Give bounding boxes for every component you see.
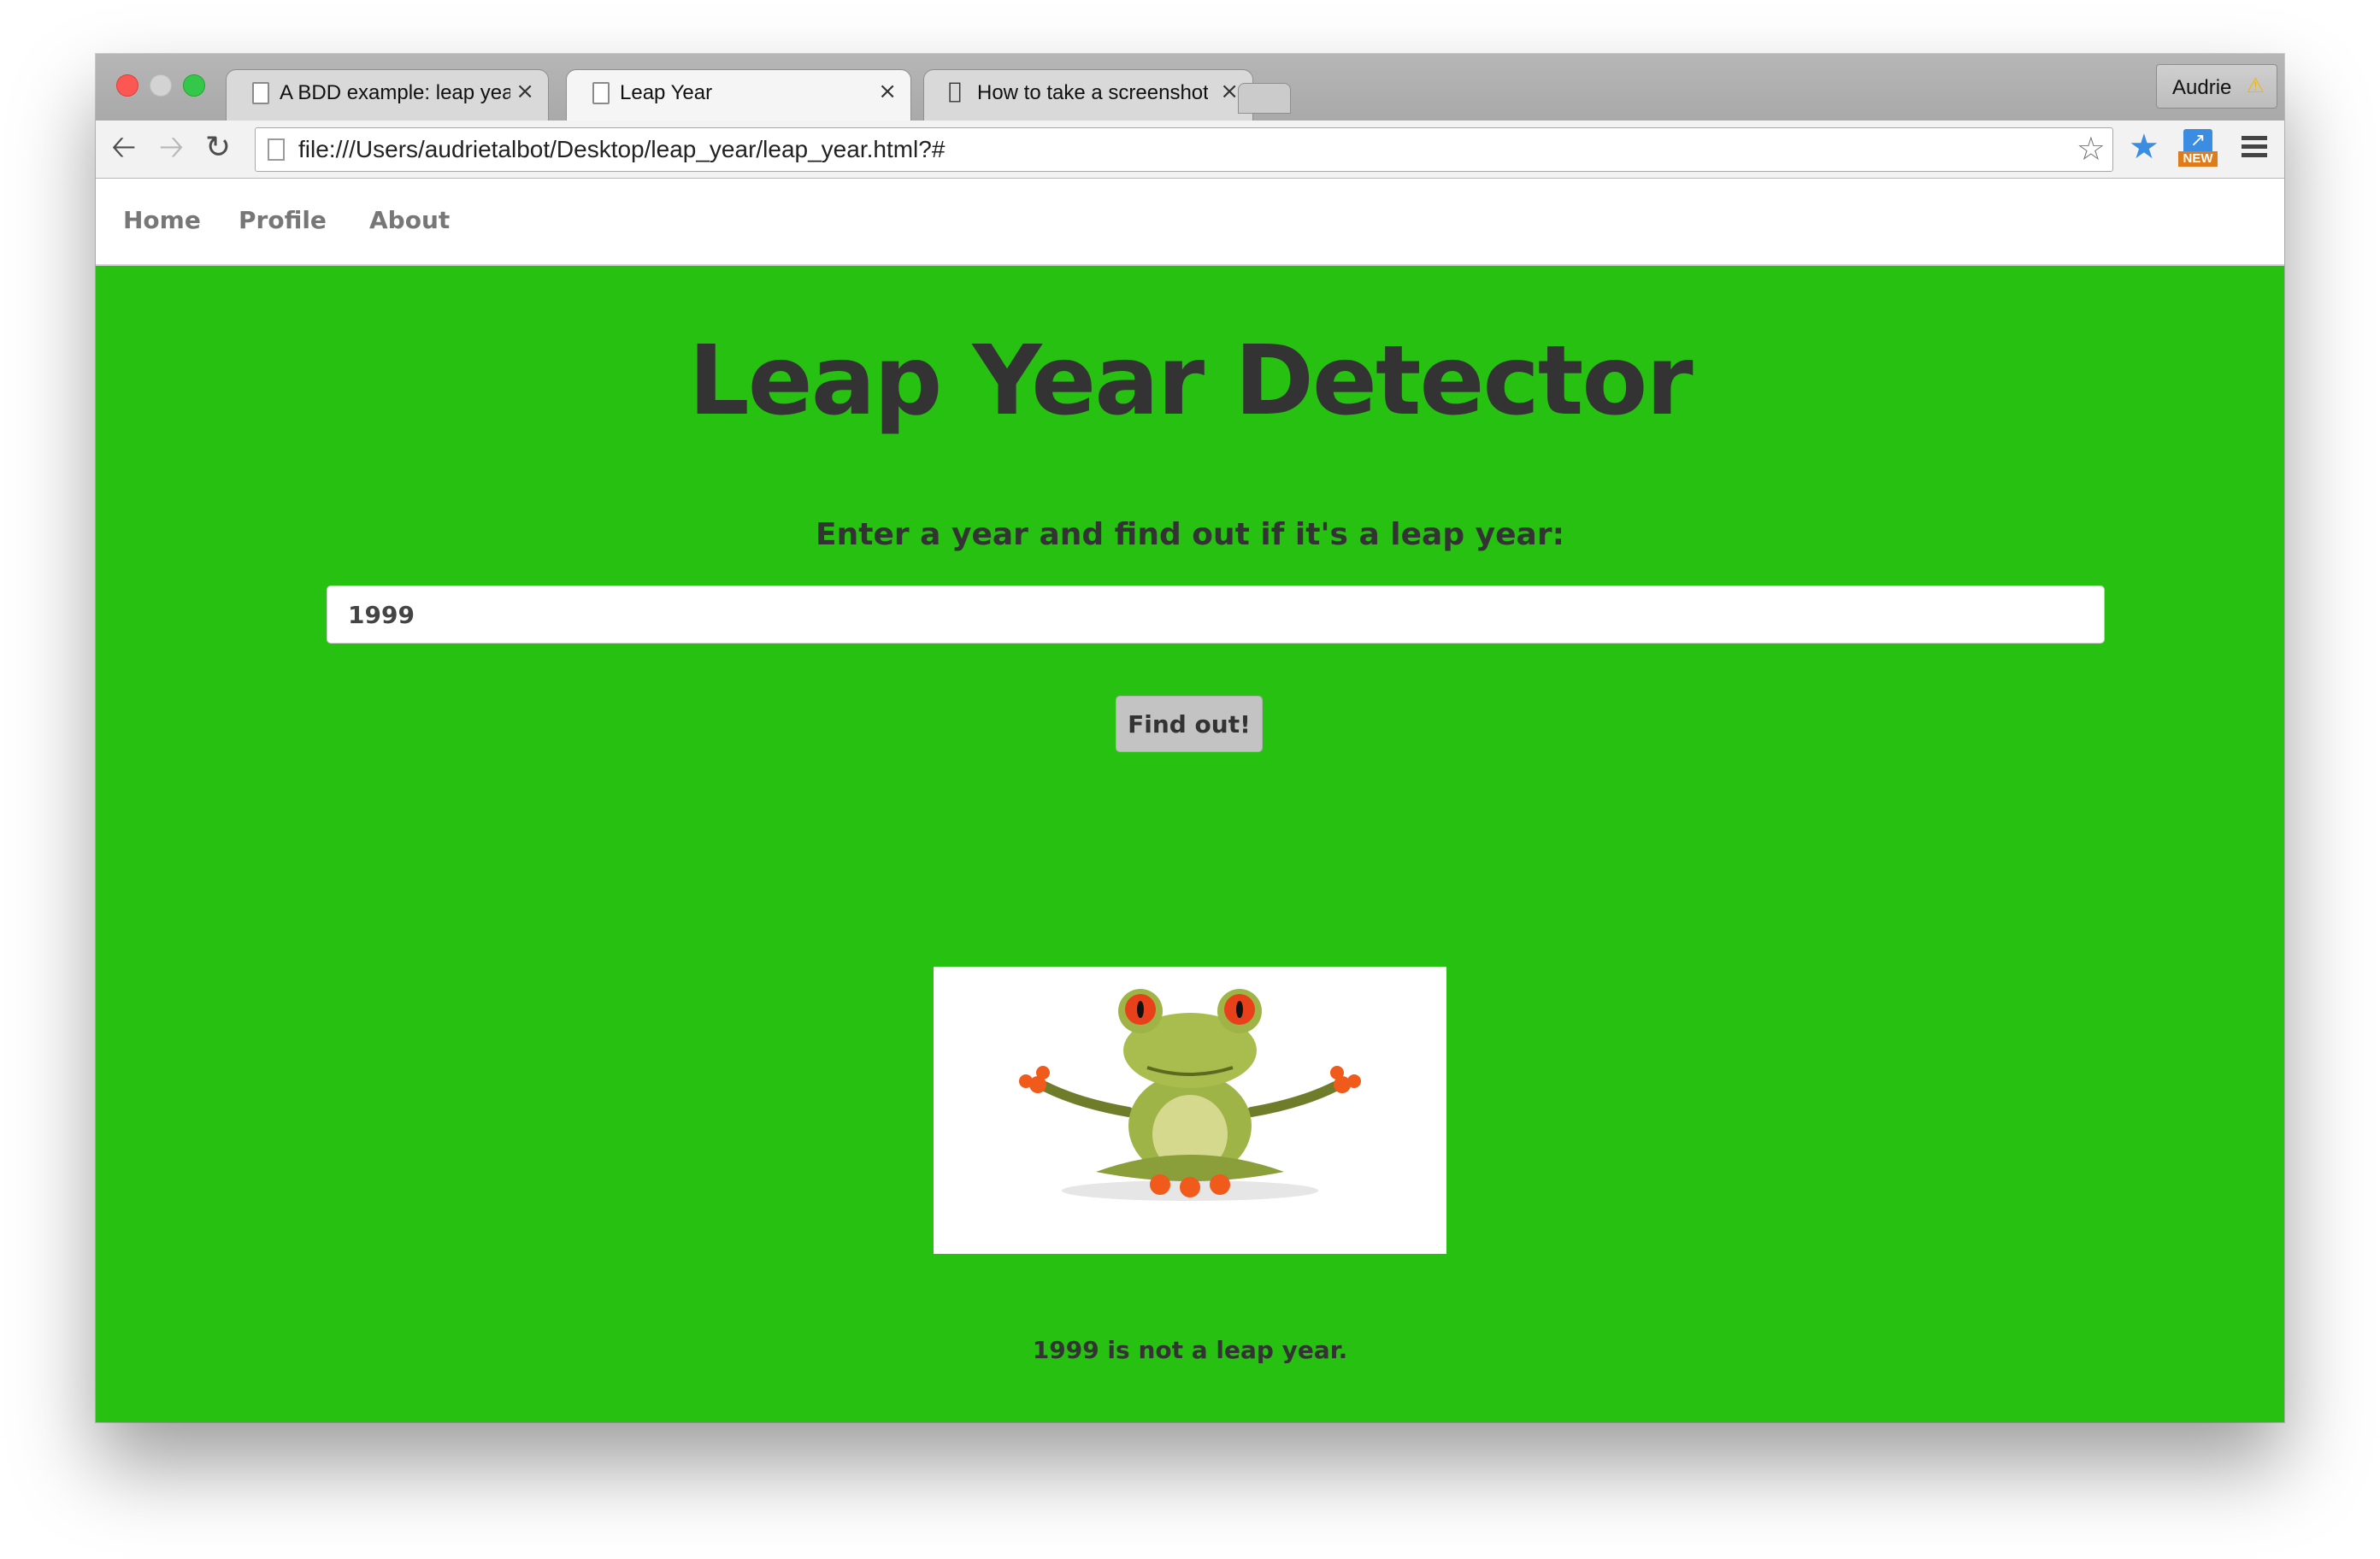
profile-button[interactable]: Audrie ⚠ [2156, 64, 2277, 109]
zoom-window-button[interactable] [183, 74, 205, 97]
extension-new-icon[interactable]: ↗ NEW [2178, 129, 2218, 168]
tab-leap-year[interactable]: Leap Year × [566, 69, 911, 122]
document-icon [252, 82, 269, 104]
result-message: 1999 is not a leap year. [1032, 1336, 1348, 1364]
back-arrow-icon[interactable]: 🡠 [111, 129, 136, 167]
bookmark-star-icon[interactable]: ☆ [2077, 130, 2106, 168]
tab-title: A BDD example: leap year [280, 81, 510, 104]
tab-strip: A BDD example: leap year ×  How to take… [96, 54, 2284, 122]
hamburger-menu-icon[interactable] [2242, 136, 2267, 162]
year-prompt: Enter a year and find out if it's a leap… [816, 517, 1564, 552]
tab-title: Leap Year [620, 81, 713, 104]
page-icon [268, 138, 285, 161]
apple-icon:  [948, 79, 962, 104]
forward-arrow-icon[interactable]: 🡢 [159, 129, 184, 167]
tab-close-icon[interactable]: × [1220, 79, 1239, 104]
site-navbar: Home Profile About [96, 179, 2284, 266]
tab-close-icon[interactable]: × [515, 79, 534, 104]
warning-icon: ⚠ [2246, 74, 2265, 97]
year-input[interactable] [327, 585, 2105, 644]
address-bar[interactable]: file:///Users/audrietalbot/Desktop/leap_… [255, 127, 2113, 172]
document-icon [592, 82, 610, 104]
nav-about-link[interactable]: About [369, 206, 450, 234]
arrow-up-right-icon: ↗ [2183, 129, 2212, 153]
close-window-button[interactable] [116, 74, 138, 97]
reload-icon[interactable]: ↻ [205, 129, 231, 167]
browser-window: A BDD example: leap year ×  How to take… [96, 54, 2284, 1422]
new-tab-button[interactable] [1238, 83, 1291, 114]
tab-bdd-example[interactable]: A BDD example: leap year × [226, 69, 549, 121]
profile-name: Audrie [2172, 76, 2232, 99]
nav-home-link[interactable]: Home [123, 206, 201, 234]
frog-image [934, 967, 1446, 1254]
page-title: Leap Year Detector [688, 326, 1693, 437]
address-url[interactable]: file:///Users/audrietalbot/Desktop/leap_… [298, 136, 945, 163]
minimize-window-button[interactable] [150, 74, 172, 97]
tab-title: How to take a screenshot [977, 81, 1208, 104]
nav-profile-link[interactable]: Profile [239, 206, 327, 234]
find-out-button[interactable]: Find out! [1116, 696, 1263, 752]
meditating-frog-illustration [1019, 989, 1361, 1201]
tab-close-icon[interactable]: × [878, 79, 897, 104]
tab-screenshot[interactable]:  How to take a screenshot × [923, 69, 1253, 121]
browser-toolbar: 🡠 🡢 ↻ file:///Users/audrietalbot/Desktop… [96, 121, 2284, 179]
bookmarks-extension-star-icon[interactable]: ★ [2129, 127, 2159, 167]
new-badge: NEW [2178, 151, 2218, 167]
